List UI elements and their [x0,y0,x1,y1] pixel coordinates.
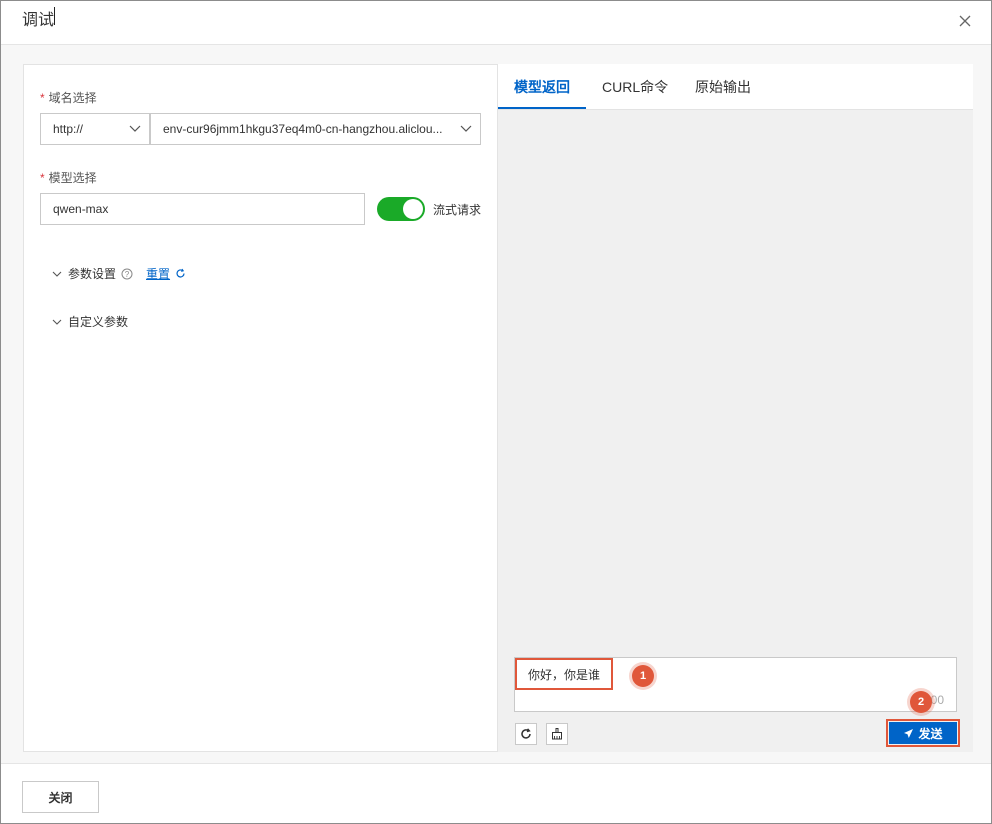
required-mark: * [40,171,45,185]
refresh-icon[interactable] [175,268,186,279]
chevron-down-icon [121,114,149,144]
broom-icon [552,728,562,740]
model-label: * 模型选择 [40,169,97,186]
reset-link[interactable]: 重置 [146,265,170,282]
dialog-footer: 关闭 [1,763,991,823]
custom-params-section[interactable]: 自定义参数 [50,313,128,330]
tab-model-response[interactable]: 模型返回 [514,77,570,97]
chevron-down-icon [50,315,64,329]
model-value: qwen-max [53,202,109,216]
chevron-down-icon [50,267,64,281]
clear-button[interactable] [515,723,537,745]
step-marker-2: 2 [910,691,932,713]
tab-curl-command[interactable]: CURL命令 [602,77,668,97]
char-counter: 00 [930,693,944,707]
param-settings-section[interactable]: 参数设置 ? 重置 [50,265,186,282]
help-icon[interactable]: ? [121,268,133,280]
domain-value: env-cur96jmm1hkgu37eq4m0-cn-hangzhou.ali… [163,122,443,136]
dialog-body: * 域名选择 http:// env-cur96jmm1hkgu37eq4m0-c… [1,45,991,763]
required-mark: * [40,91,45,105]
result-tabs: 模型返回 CURL命令 原始输出 [498,64,973,110]
dialog-title: 调试 [22,12,55,29]
model-label-text: 模型选择 [48,171,97,185]
svg-text:?: ? [125,270,130,279]
clean-button[interactable] [546,723,568,745]
stream-toggle[interactable] [377,197,425,221]
protocol-value: http:// [53,122,84,136]
refresh-icon [521,728,531,739]
chevron-down-icon [452,114,480,144]
chat-input-highlight: 你好，你是谁 [515,658,613,690]
custom-params-label: 自定义参数 [68,315,129,329]
close-button-label: 关闭 [48,790,73,805]
param-settings-label: 参数设置 [68,267,117,281]
dialog-header: 调试 [1,1,991,45]
model-input[interactable]: qwen-max [40,193,365,225]
protocol-select[interactable]: http:// [40,113,150,145]
close-icon[interactable] [957,13,973,29]
toggle-knob [403,199,423,219]
chat-input[interactable]: 你好，你是谁 00 [514,657,957,712]
text-cursor [54,7,55,25]
domain-label: * 域名选择 [40,89,97,106]
send-button[interactable]: 发送 [889,722,957,744]
stream-label: 流式请求 [433,203,482,217]
debug-dialog: 调试 * 域名选择 http:// env-cur96jmm1hkgu37eq4m… [0,0,992,824]
step-marker-1: 1 [632,665,654,687]
send-label: 发送 [918,726,943,741]
config-panel: * 域名选择 http:// env-cur96jmm1hkgu37eq4m0-c… [23,64,498,752]
send-icon [904,728,914,738]
response-area [498,110,973,752]
domain-select[interactable]: env-cur96jmm1hkgu37eq4m0-cn-hangzhou.ali… [150,113,481,145]
tab-raw-output[interactable]: 原始输出 [695,77,751,97]
result-panel: 模型返回 CURL命令 原始输出 你好，你是谁 00 1 2 发送 [498,64,973,752]
send-button-highlight: 发送 [886,719,960,747]
chat-input-value: 你好，你是谁 [527,667,600,682]
close-button[interactable]: 关闭 [22,781,99,813]
domain-label-text: 域名选择 [48,91,97,105]
active-tab-indicator [498,107,586,109]
